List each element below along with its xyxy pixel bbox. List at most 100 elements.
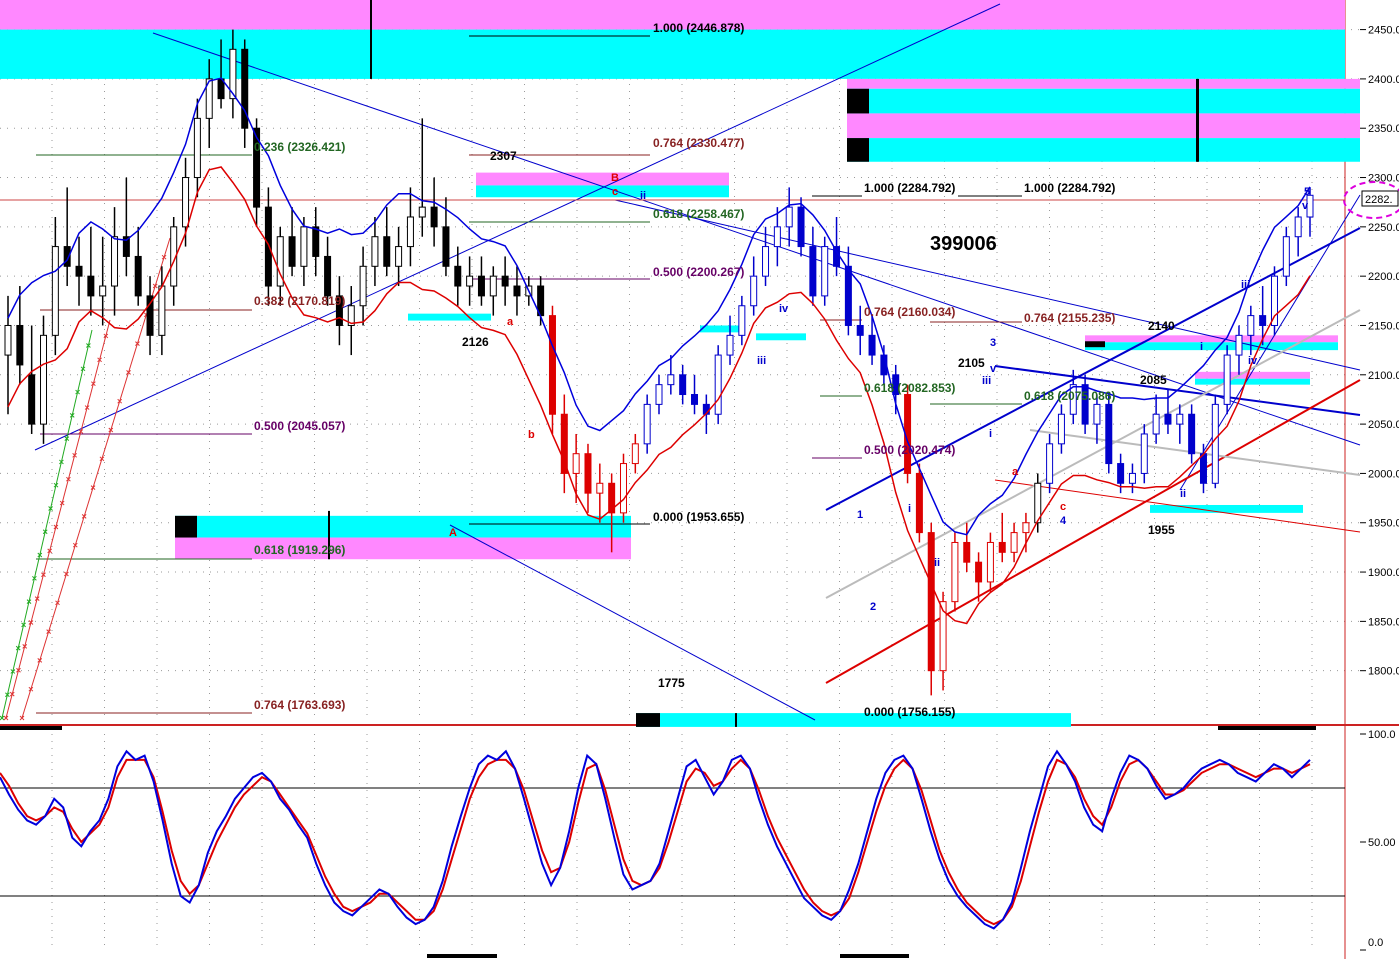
fib-zone: [1150, 504, 1303, 513]
fib-label: 0.500 (2045.057): [254, 419, 345, 433]
price-candle: [1199, 453, 1207, 484]
price-candle: [986, 541, 994, 583]
zone-marker: [1085, 341, 1105, 348]
fib-zone: [847, 88, 1360, 114]
price-candle: [1294, 216, 1302, 238]
fib-zone: [847, 78, 1360, 89]
price-candle: [951, 541, 959, 603]
price-candle: [1247, 315, 1255, 336]
price-candle: [998, 541, 1006, 553]
fib-label: 0.618 (1919.296): [254, 543, 345, 557]
price-candle: [134, 255, 142, 297]
fib-zone: [408, 313, 491, 321]
price-candle: [667, 374, 675, 386]
wave-label: A: [449, 527, 457, 539]
price-candle: [631, 443, 639, 465]
fib-label: 1.000 (2284.792): [864, 181, 955, 195]
price-tick-label: 1800.0: [1368, 666, 1399, 678]
wave-label: iv: [1248, 355, 1258, 367]
price-candle: [430, 206, 438, 228]
fib-label: 0.764 (2160.034): [864, 305, 955, 319]
price-candle: [383, 236, 391, 267]
price-candle: [1128, 472, 1136, 484]
price-tick-label: 2200.0: [1368, 271, 1399, 283]
price-tick-label: 1900.0: [1368, 567, 1399, 579]
fib-label: 0.500 (2200.267): [653, 265, 744, 279]
price-candle: [927, 532, 935, 672]
fib-zone: [1195, 378, 1310, 385]
wave-label: c: [612, 186, 618, 198]
wave-label: 2: [870, 601, 876, 613]
price-candle: [655, 384, 663, 405]
price-candle: [312, 226, 320, 257]
wave-label: B: [611, 172, 619, 184]
price-candle: [548, 315, 556, 415]
price-tick-label: 2050.0: [1368, 419, 1399, 431]
price-candle: [844, 265, 852, 326]
price-candle: [111, 236, 119, 287]
price-candle: [785, 206, 793, 228]
wave-label: i: [1200, 341, 1203, 353]
price-candle: [750, 275, 758, 307]
wave-label: c: [1060, 501, 1066, 513]
fib-label: 1.000 (2284.792): [1024, 181, 1115, 195]
fib-label: 0.236 (2326.421): [254, 140, 345, 154]
price-candle: [1270, 275, 1278, 326]
price-candle: [1152, 413, 1160, 435]
price-candle: [395, 246, 403, 267]
price-candle: [809, 246, 817, 297]
price-candle: [28, 374, 36, 425]
price-candle: [1022, 522, 1030, 534]
fib-zone: [1195, 371, 1310, 379]
price-candle: [868, 334, 876, 356]
wave-label: iii: [757, 355, 766, 367]
wave-label: a: [1012, 466, 1019, 478]
price-candle: [1105, 403, 1113, 465]
price-candle: [288, 236, 296, 267]
zone-marker: [847, 138, 869, 162]
osc-tick-label: 100.0: [1368, 729, 1396, 741]
wave-label: iii: [982, 375, 991, 387]
price-candle: [264, 206, 272, 287]
price-candle: [856, 324, 864, 336]
price-candle: [1093, 403, 1101, 425]
price-annotation: 2126: [462, 335, 489, 349]
price-candle: [1010, 532, 1018, 553]
price-tick-label: 2450.0: [1368, 25, 1399, 37]
price-candle: [1282, 236, 1290, 277]
symbol-label: 399006: [930, 233, 997, 255]
price-tick-label: 2350.0: [1368, 123, 1399, 135]
fib-label: 0.764 (2155.235): [1024, 311, 1115, 325]
price-candle: [1188, 413, 1196, 455]
fib-label: 1.000 (2446.878): [653, 21, 744, 35]
fib-zone: [175, 515, 631, 538]
wave-label: b: [528, 429, 535, 441]
price-candle: [300, 226, 308, 267]
price-candle: [1046, 443, 1054, 484]
price-candle: [513, 285, 521, 297]
price-candle: [75, 265, 83, 277]
wave-label: iv: [779, 303, 789, 315]
price-candle: [99, 285, 107, 297]
wave-label: 4: [1060, 515, 1067, 527]
price-candle: [193, 117, 201, 179]
fib-zone: [847, 113, 1360, 139]
price-candle: [762, 246, 770, 277]
price-chart: 1.000 (2446.878) 0.236 (2326.421) 0.382 (2…: [0, 0, 1399, 959]
price-candle: [87, 275, 95, 297]
price-candle: [584, 453, 592, 494]
fib-zone: [756, 333, 806, 341]
fib-label: 0.618 (2082.853): [864, 381, 955, 395]
price-candle: [1235, 334, 1243, 356]
price-candle: [489, 275, 497, 297]
osc-tick-label: 0.0: [1368, 937, 1383, 949]
wave-label: v: [1302, 200, 1309, 212]
price-annotation: 2307: [490, 149, 517, 163]
price-annotation: 1775: [658, 676, 685, 690]
wave-label: ii: [934, 557, 940, 569]
osc-fast-line: [0, 749, 1311, 930]
price-candle: [418, 206, 426, 218]
price-candle: [679, 374, 687, 396]
price-candle: [975, 561, 983, 583]
zone-marker: [175, 515, 197, 538]
